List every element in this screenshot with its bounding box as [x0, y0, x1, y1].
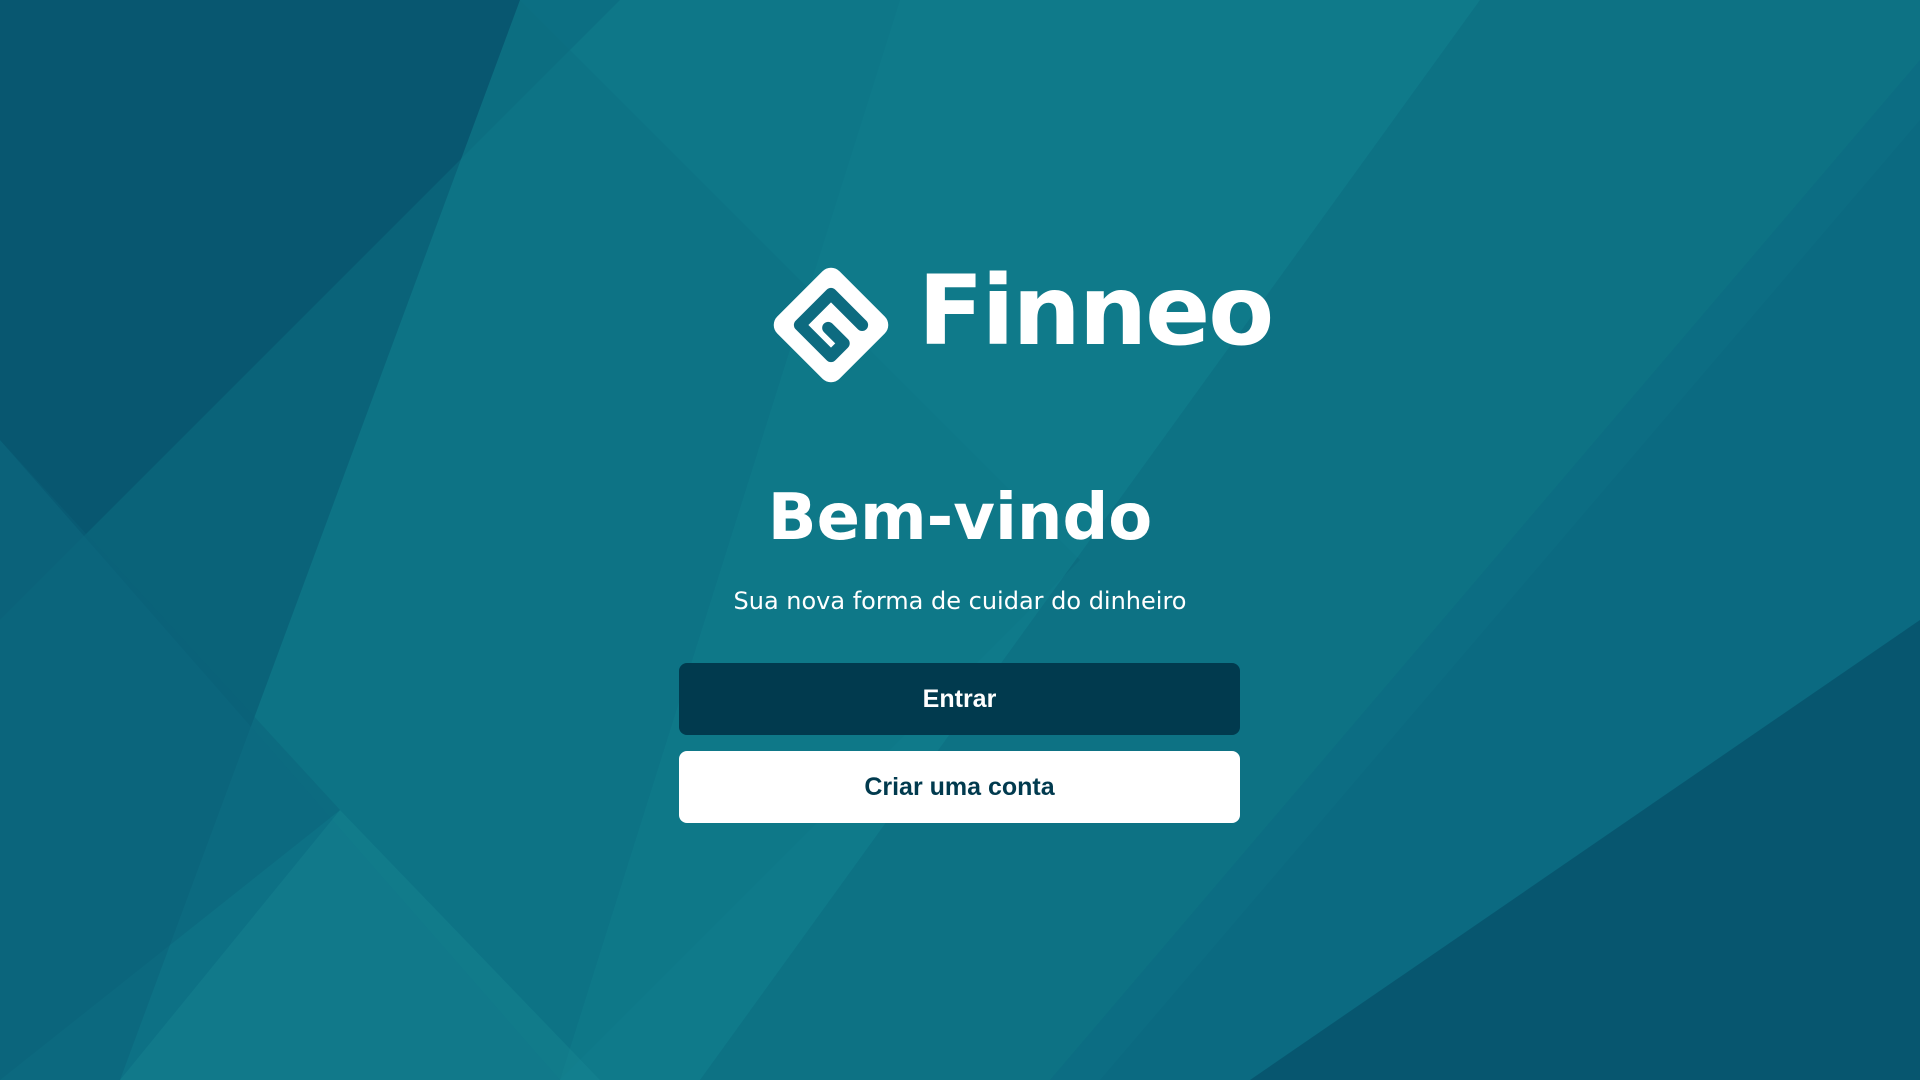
brand-logo: Finneo — [760, 255, 1274, 395]
page-title: Bem-vindo — [767, 481, 1153, 555]
page-subtitle: Sua nova forma de cuidar do dinheiro — [733, 587, 1187, 615]
brand-name: Finneo — [918, 255, 1274, 367]
welcome-screen: Finneo Bem-vindo Sua nova forma de cuida… — [0, 0, 1920, 1080]
finneo-diamond-logo-icon — [773, 267, 889, 383]
login-button[interactable]: Entrar — [679, 663, 1240, 735]
create-account-button[interactable]: Criar uma conta — [679, 751, 1240, 823]
